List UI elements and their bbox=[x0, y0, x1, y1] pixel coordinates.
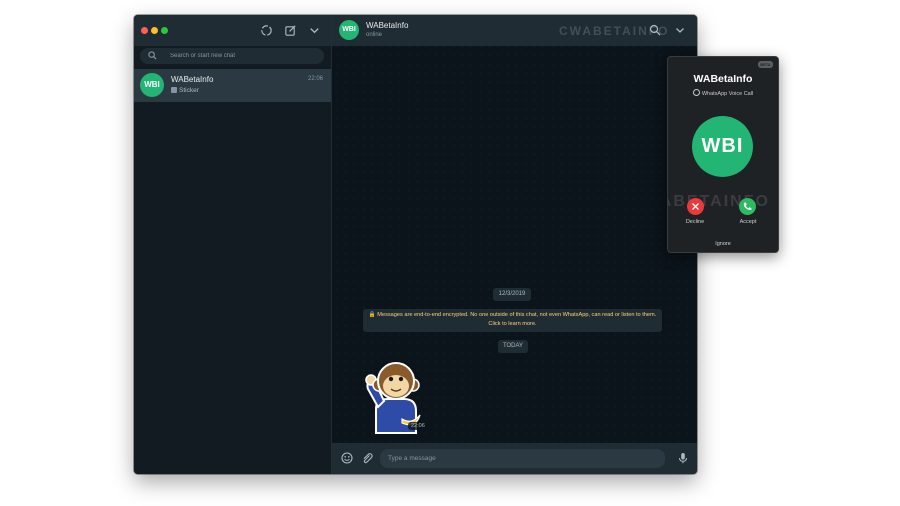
whatsapp-icon bbox=[692, 89, 700, 96]
chat-name: WABetaInfo bbox=[171, 75, 214, 84]
message-input[interactable] bbox=[380, 449, 665, 468]
decline-label: Decline bbox=[685, 219, 705, 225]
search-icon[interactable] bbox=[649, 24, 661, 36]
sidebar-header bbox=[134, 15, 331, 46]
menu-chevron-icon[interactable] bbox=[674, 24, 686, 36]
accept-label: Accept bbox=[739, 219, 757, 225]
incoming-call-window: BETA CWABETAINFO WABetaInfo WhatsApp Voi… bbox=[667, 56, 779, 253]
accept-button[interactable] bbox=[739, 198, 756, 215]
encryption-notice[interactable]: 🔒 Messages are end-to-end encrypted. No … bbox=[363, 309, 662, 332]
chat-time: 22:06 bbox=[307, 76, 323, 82]
app-window: WBI WABetaInfo 22:06 Sticker WBI WABetaI… bbox=[134, 15, 697, 474]
menu-chevron-icon[interactable] bbox=[308, 24, 321, 37]
search-icon bbox=[148, 51, 157, 60]
minimize-window-button[interactable] bbox=[151, 27, 158, 34]
today-divider: TODAY bbox=[498, 340, 528, 353]
ignore-button[interactable]: Ignore bbox=[668, 241, 778, 247]
beta-badge: BETA bbox=[758, 61, 773, 68]
search-bar bbox=[140, 48, 324, 64]
chat-list-item[interactable]: WBI WABetaInfo 22:06 Sticker bbox=[134, 69, 331, 102]
search-input[interactable] bbox=[170, 48, 320, 64]
chat-header: WBI WABetaInfo online CWABETAINFO bbox=[332, 15, 697, 46]
new-chat-icon[interactable] bbox=[284, 24, 297, 37]
composer-bar bbox=[332, 443, 697, 474]
caller-avatar: WBI bbox=[692, 116, 753, 177]
emoji-icon[interactable] bbox=[341, 452, 353, 464]
sticker-timestamp: 22:06 bbox=[408, 422, 428, 430]
microphone-icon[interactable] bbox=[677, 452, 689, 464]
status-icon[interactable] bbox=[260, 24, 273, 37]
date-divider: 12/3/2019 bbox=[493, 288, 531, 301]
caller-name: WABetaInfo bbox=[693, 73, 753, 85]
call-subtitle-text: WhatsApp Voice Call bbox=[701, 91, 754, 97]
close-window-button[interactable] bbox=[141, 27, 148, 34]
decline-button[interactable] bbox=[687, 198, 704, 215]
sidebar: WBI WABetaInfo 22:06 Sticker bbox=[134, 15, 332, 474]
close-icon bbox=[692, 203, 699, 210]
encryption-text: Messages are end-to-end encrypted. No on… bbox=[377, 312, 657, 327]
contact-avatar[interactable]: WBI bbox=[339, 20, 359, 40]
chat-preview: Sticker bbox=[171, 87, 199, 94]
avatar: WBI bbox=[140, 73, 164, 97]
sticker-icon bbox=[171, 87, 177, 93]
contact-status: online bbox=[366, 32, 383, 38]
lock-icon: 🔒 bbox=[368, 312, 376, 318]
contact-name[interactable]: WABetaInfo bbox=[366, 21, 408, 30]
phone-icon bbox=[743, 202, 752, 210]
call-subtitle: WhatsApp Voice Call bbox=[668, 89, 778, 97]
attach-icon[interactable] bbox=[361, 452, 373, 464]
chat-preview-text: Sticker bbox=[179, 87, 199, 94]
zoom-window-button[interactable] bbox=[161, 27, 168, 34]
conversation-panel: WBI WABetaInfo online CWABETAINFO 12/3/2… bbox=[332, 15, 697, 474]
